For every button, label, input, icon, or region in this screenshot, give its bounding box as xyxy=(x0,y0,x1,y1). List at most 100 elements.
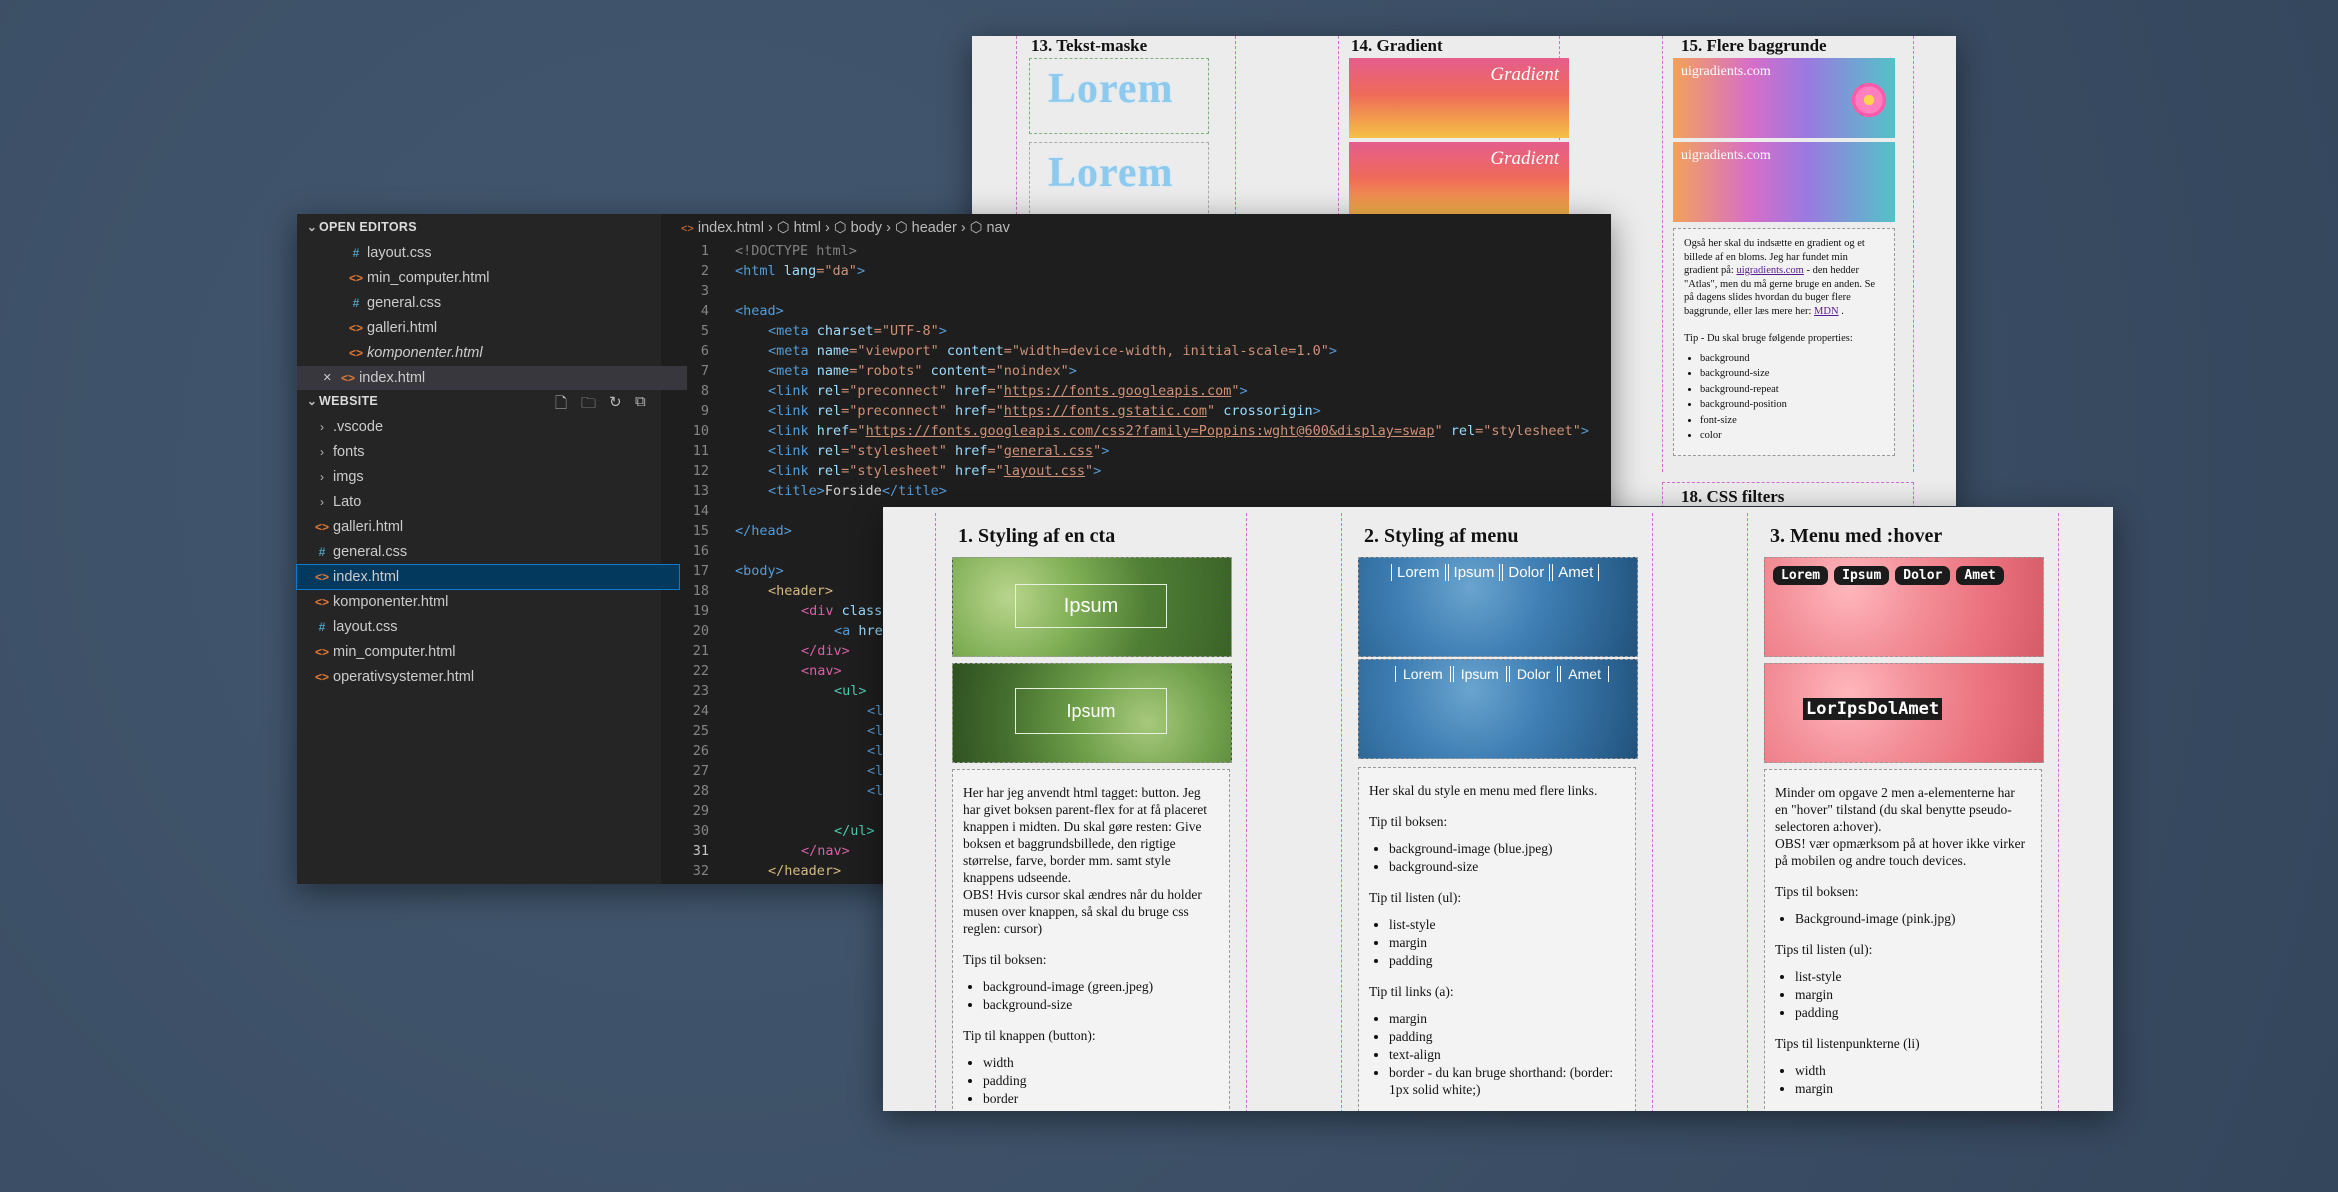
menu-link[interactable]: Amet xyxy=(1956,566,2004,585)
file-item[interactable]: # general.css xyxy=(297,540,679,564)
tips-heading: Tip til knappen (button): xyxy=(963,1028,1096,1043)
line-number: 14 xyxy=(692,503,709,519)
css-file-icon: # xyxy=(352,246,360,260)
menu-link[interactable]: Amet xyxy=(1560,666,1609,682)
open-editor-item[interactable]: # layout.css xyxy=(297,241,713,265)
code-link[interactable]: general.css xyxy=(1004,443,1093,459)
cta-button[interactable]: Ipsum xyxy=(1015,584,1167,628)
code-line: <ul> xyxy=(735,683,867,699)
code-link[interactable]: https://fonts.gstatic.com xyxy=(1004,403,1207,419)
line-number: 19 xyxy=(692,603,709,619)
menu-link[interactable]: Dolor xyxy=(1502,564,1551,581)
open-editor-item[interactable]: <> galleri.html xyxy=(297,316,713,340)
code-line: <title>Forside</title> xyxy=(735,483,947,499)
file-item[interactable]: # layout.css xyxy=(297,615,679,639)
open-editor-item[interactable]: <> min_computer.html xyxy=(297,266,713,290)
folder-item[interactable]: › .vscode xyxy=(297,415,679,439)
file-item[interactable]: <> operativsystemer.html xyxy=(297,665,679,689)
line-number: 18 xyxy=(692,583,709,599)
menu-link[interactable]: Lorem xyxy=(1395,666,1451,682)
code-line: <html lang="da"> xyxy=(735,263,865,279)
breadcrumb: <> index.html › ⬡ html › ⬡ body › ⬡ head… xyxy=(681,220,1010,236)
collapse-all-icon[interactable]: ⧉ xyxy=(635,393,646,410)
refresh-icon[interactable]: ↻ xyxy=(609,393,622,411)
joined-menu-text[interactable]: LorIpsDolAmet xyxy=(1803,698,1943,720)
code-token: ="stylesheet" xyxy=(841,463,955,479)
list-item: color xyxy=(1700,429,1884,443)
code-token: <l xyxy=(867,783,884,799)
open-editor-item-active[interactable]: × <> index.html xyxy=(297,366,687,390)
exercise-1-description: Her har jeg anvendt html tagget: button.… xyxy=(952,769,1230,1111)
file-item[interactable]: <> galleri.html xyxy=(297,515,679,539)
website-label: WEBSITE xyxy=(319,394,379,408)
paragraph: Her skal du style en menu med flere link… xyxy=(1369,783,1598,798)
breadcrumb-item[interactable]: body xyxy=(851,220,882,236)
code-link[interactable]: https://fonts.googleapis.com xyxy=(1004,383,1232,399)
chevron-right-icon: › xyxy=(768,220,773,236)
code-token: =" xyxy=(987,443,1004,459)
breadcrumb-item[interactable]: nav xyxy=(986,220,1009,236)
exercise-15-description: Også her skal du indsætte en gradient og… xyxy=(1673,228,1895,456)
file-item[interactable]: <> min_computer.html xyxy=(297,640,679,664)
breadcrumb-item[interactable]: index.html xyxy=(698,220,764,236)
cta-button[interactable]: Ipsum xyxy=(1015,688,1167,734)
open-editor-item[interactable]: # general.css xyxy=(297,291,713,315)
paragraph: Minder om opgave 2 men a-elementerne har… xyxy=(1775,784,2031,869)
line-number: 10 xyxy=(692,423,709,439)
website-header[interactable]: ⌄ WEBSITE xyxy=(305,394,378,408)
breadcrumb-item[interactable]: header xyxy=(912,220,957,236)
code-line: <l xyxy=(735,763,883,779)
folder-item[interactable]: › imgs xyxy=(297,465,679,489)
code-link[interactable]: https://fonts.googleapis.com/css2?family… xyxy=(866,423,1435,439)
code-line: <nav> xyxy=(735,663,842,679)
line-number: 25 xyxy=(692,723,709,739)
paragraph-text: OBS! vær opmærksom på at hover ikke virk… xyxy=(1775,836,2026,868)
menu-link[interactable]: Amet xyxy=(1552,564,1600,581)
code-link[interactable]: layout.css xyxy=(1004,463,1085,479)
menu-link[interactable]: Ipsum xyxy=(1834,566,1890,585)
code-token: <link xyxy=(768,463,817,479)
code-token: name xyxy=(816,343,850,359)
file-label: general.css xyxy=(333,544,408,560)
menu-link[interactable]: Dolor xyxy=(1508,666,1559,682)
code-line: <head> xyxy=(735,303,784,319)
list-item: padding xyxy=(1795,1004,2031,1021)
breadcrumb-item[interactable]: html xyxy=(794,220,821,236)
css-file-icon: # xyxy=(352,296,360,310)
menu-link[interactable]: Lorem xyxy=(1391,564,1446,581)
code-token: lang xyxy=(783,263,817,279)
folder-item[interactable]: › Lato xyxy=(297,490,679,514)
folder-item[interactable]: › fonts xyxy=(297,440,679,464)
code-line: </head> xyxy=(735,523,792,539)
code-line: </header> xyxy=(735,863,841,879)
open-editor-item[interactable]: <> komponenter.html xyxy=(297,341,713,365)
menu-link[interactable]: Dolor xyxy=(1895,566,1951,585)
menu-link[interactable]: Lorem xyxy=(1773,566,1829,585)
hover-menu-box-2: LorIpsDolAmet xyxy=(1764,663,2044,763)
menu-link[interactable]: Ipsum xyxy=(1452,666,1507,682)
code-token: <l xyxy=(867,763,884,779)
gradient-box-1: Gradient xyxy=(1349,58,1569,138)
text-mask-lorem-2: Lorem xyxy=(1048,150,1174,196)
code-token: > xyxy=(1580,423,1589,439)
code-token: charset xyxy=(816,323,874,339)
code-token: <!DOCTYPE html> xyxy=(735,243,857,259)
code-token: <link xyxy=(768,443,817,459)
open-editors-header[interactable]: ⌄ OPEN EDITORS xyxy=(305,220,417,234)
code-token: rel xyxy=(816,443,842,459)
line-number: 16 xyxy=(692,543,709,559)
uigradients-link[interactable]: uigradients.com xyxy=(1736,265,1803,276)
html-file-icon: <> xyxy=(681,223,694,235)
code-line: <div class xyxy=(735,603,882,619)
list-item: width xyxy=(1795,1062,2031,1079)
paragraph-text: Her har jeg anvendt html tagget: button.… xyxy=(963,785,1208,885)
css-file-icon: # xyxy=(318,545,326,559)
menu-link[interactable]: Ipsum xyxy=(1447,564,1501,581)
file-item-selected[interactable]: <> index.html xyxy=(296,564,680,590)
chevron-right-icon: › xyxy=(320,470,324,484)
code-token: href xyxy=(954,463,988,479)
mdn-link[interactable]: MDN xyxy=(1814,306,1839,317)
close-icon[interactable]: × xyxy=(323,366,337,390)
exercise-14-title: 14. Gradient xyxy=(1351,36,1443,55)
file-item[interactable]: <> komponenter.html xyxy=(297,590,679,614)
